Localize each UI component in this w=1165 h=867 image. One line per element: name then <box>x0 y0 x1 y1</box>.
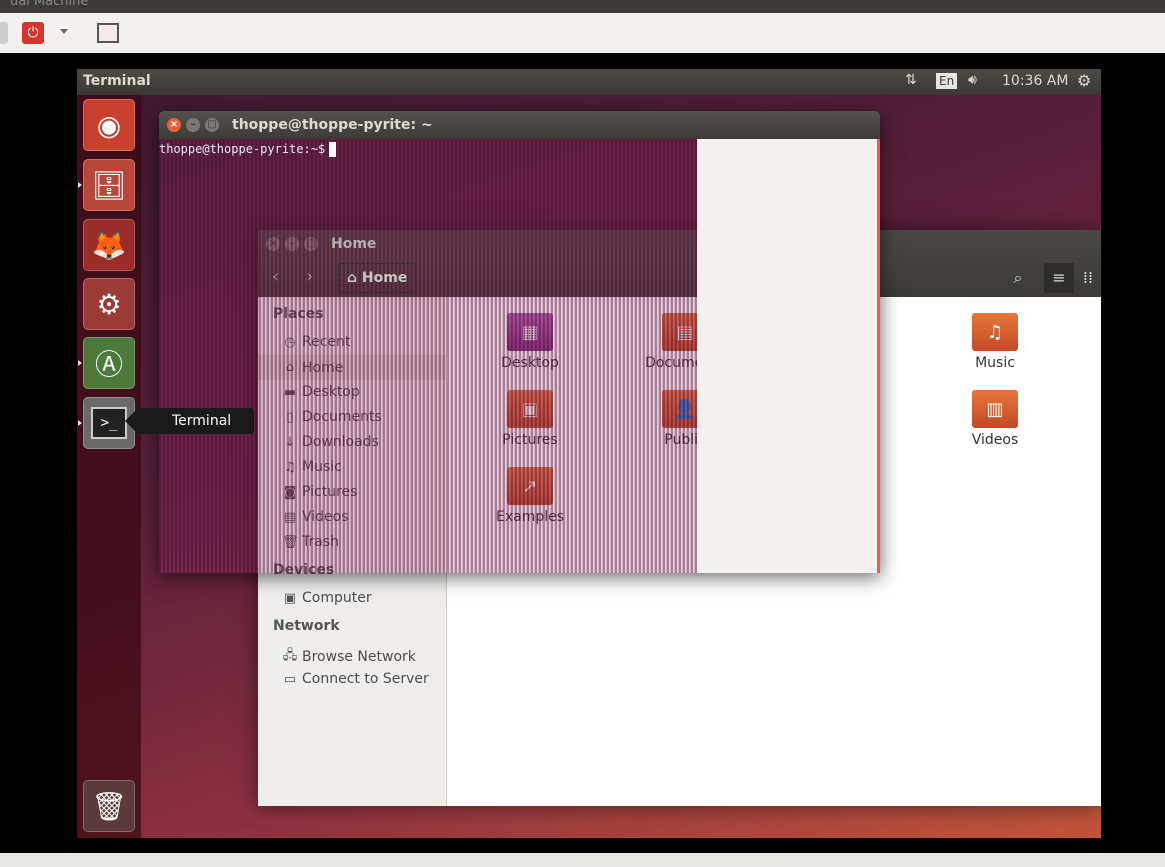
search-button[interactable]: ⌕ <box>1003 263 1033 293</box>
power-dropdown-icon[interactable] <box>60 29 68 34</box>
close-button[interactable]: × <box>167 118 181 132</box>
sidebar-item-label: Connect to Server <box>302 671 429 687</box>
launcher: ◉ 🗄 🦊 ⚙ Ⓐ >_ 🗑 <box>77 95 141 838</box>
sidebar-item-connect-to-server[interactable]: ▭ Connect to Server <box>282 671 429 687</box>
file-label: Videos <box>971 432 1019 448</box>
launcher-ubuntu-dash[interactable]: ◉ <box>83 99 135 151</box>
cursor <box>329 142 337 157</box>
folder-icon: ▥ <box>972 390 1018 428</box>
file-item[interactable]: ♫ Music <box>930 313 1060 371</box>
location-home-button[interactable]: ⌂ Home <box>338 263 417 293</box>
network-icon: 🖧 <box>282 648 298 663</box>
firefox-icon: 🦊 <box>91 228 127 262</box>
launcher-files[interactable]: 🗄 <box>83 159 135 211</box>
terminal-body-right[interactable] <box>697 139 880 573</box>
clock[interactable]: 10:36 AM <box>1002 73 1068 89</box>
maximize-button[interactable]: □ <box>205 118 219 132</box>
terminal-titlebar: × – □ thoppe@thoppe-pyrite: ~ <box>159 111 880 139</box>
keyboard-indicator[interactable]: En <box>936 73 958 89</box>
network-icon[interactable]: ⇅ <box>905 72 917 88</box>
window-title: thoppe@thoppe-pyrite: ~ <box>232 117 433 133</box>
running-indicator <box>78 182 82 188</box>
home-icon: ⌂ <box>347 270 362 286</box>
toolbar-button[interactable] <box>0 22 8 44</box>
settings-wrench-icon: ⚙ <box>96 287 122 321</box>
location-label: Home <box>361 270 408 286</box>
sidebar-item-browse-network[interactable]: 🖧 Browse Network <box>282 646 416 668</box>
ubuntu-logo-icon: ◉ <box>96 108 122 142</box>
vm-statusbar <box>0 853 1165 867</box>
sidebar-item-label: Browse Network <box>302 649 416 665</box>
launcher-system-settings[interactable]: ⚙ <box>83 278 135 330</box>
ubuntu-desktop: Terminal ⇅ En 🔊︎ 10:36 AM ⚙ ◉ 🗄 🦊 ⚙ Ⓐ >_ 🗑 × –… <box>77 69 1101 838</box>
terminal-window[interactable]: × – □ thoppe@thoppe-pyrite: ~ thoppe@tho… <box>159 111 880 573</box>
file-cabinet-icon: 🗄 <box>91 168 127 202</box>
active-app-title: Terminal <box>83 73 151 89</box>
launcher-trash[interactable]: 🗑 <box>83 780 135 832</box>
server-icon: ▭ <box>283 671 297 687</box>
volume-icon[interactable]: 🔊︎ <box>968 72 977 88</box>
trash-icon: 🗑 <box>91 789 127 823</box>
vm-window-title: ual Machine <box>0 0 1165 13</box>
terminal-icon: >_ <box>90 407 128 439</box>
window-title: Home <box>331 236 377 252</box>
minimize-button[interactable]: – <box>186 118 200 132</box>
launcher-software-updater[interactable]: Ⓐ <box>83 337 135 389</box>
list-view-button[interactable]: ≡ <box>1044 263 1074 293</box>
sidebar-header-network: Network <box>273 618 340 634</box>
running-indicator <box>78 360 82 366</box>
session-gear-icon[interactable]: ⚙ <box>1077 71 1091 90</box>
terminal-prompt: thoppe@thoppe-pyrite:~$ <box>159 142 337 157</box>
vm-toolbar: ⏻ <box>0 13 1165 53</box>
fullscreen-button[interactable] <box>97 23 119 43</box>
launcher-firefox[interactable]: 🦊 <box>83 219 135 271</box>
software-updater-icon: Ⓐ <box>94 348 123 381</box>
folder-icon: ♫ <box>972 313 1018 351</box>
prompt-text: thoppe@thoppe-pyrite:~$ <box>159 142 326 156</box>
sidebar-item-computer[interactable]: ▣ Computer <box>282 590 372 606</box>
drive-icon: ▣ <box>283 590 297 606</box>
terminal-body[interactable]: thoppe@thoppe-pyrite:~$ <box>159 139 697 573</box>
top-panel: Terminal ⇅ En 🔊︎ 10:36 AM ⚙ <box>77 69 1101 95</box>
power-button[interactable]: ⏻ <box>22 22 44 44</box>
launcher-tooltip: Terminal <box>125 408 254 434</box>
file-item[interactable]: ▥ Videos <box>930 390 1060 448</box>
running-indicator <box>78 420 82 426</box>
grid-view-button[interactable]: ⁞⁞ <box>1075 263 1101 293</box>
sidebar-item-label: Computer <box>302 590 372 606</box>
file-label: Music <box>975 355 1015 371</box>
